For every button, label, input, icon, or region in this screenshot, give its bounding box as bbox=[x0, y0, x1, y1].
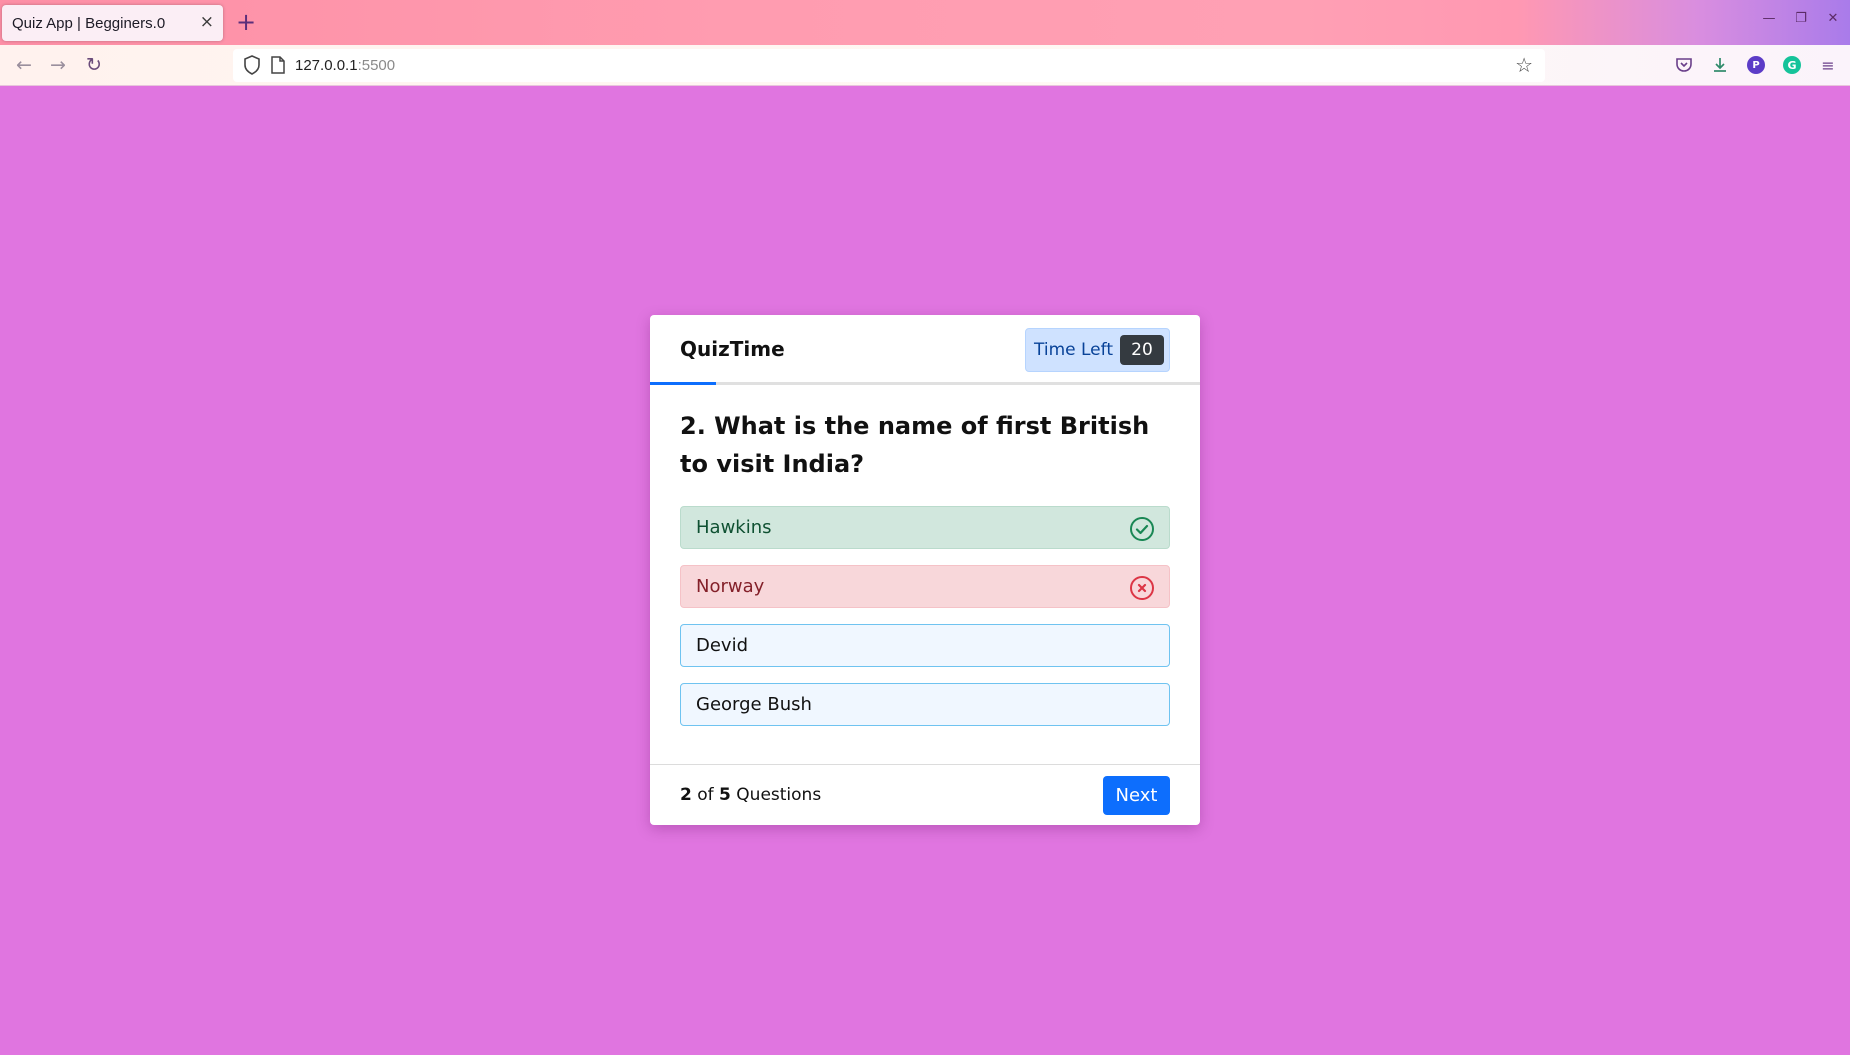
progress-suffix: Questions bbox=[736, 785, 822, 805]
quiz-footer: 2 of 5 Questions Next bbox=[650, 764, 1200, 825]
options-list: Hawkins Norway Devid George Bush bbox=[680, 506, 1170, 742]
profile-badge-icon: P bbox=[1747, 56, 1765, 74]
option-george-bush[interactable]: George Bush bbox=[680, 683, 1170, 726]
download-icon[interactable] bbox=[1710, 55, 1730, 75]
pocket-icon[interactable] bbox=[1674, 55, 1694, 75]
question-text: 2. What is the name of first British to … bbox=[680, 412, 1150, 478]
timer-box: Time Left 20 bbox=[1025, 328, 1170, 372]
grammarly-icon[interactable]: G bbox=[1782, 55, 1802, 75]
progress-current: 2 bbox=[680, 785, 692, 805]
tab-close-icon[interactable]: × bbox=[200, 12, 214, 32]
url-port: :5500 bbox=[357, 57, 396, 74]
option-devid[interactable]: Devid bbox=[680, 624, 1170, 667]
url-host: 127.0.0.1 bbox=[295, 57, 358, 74]
option-norway[interactable]: Norway bbox=[680, 565, 1170, 608]
check-circle-icon bbox=[1130, 517, 1154, 541]
x-circle-icon bbox=[1130, 576, 1154, 600]
page-info-icon[interactable] bbox=[271, 56, 285, 74]
window-controls: — ❐ ✕ bbox=[1762, 12, 1840, 26]
browser-tab[interactable]: Quiz App | Begginers.0 × bbox=[2, 5, 223, 41]
progress-of: of bbox=[697, 785, 714, 805]
quiz-header: QuizTime Time Left 20 bbox=[650, 315, 1200, 385]
progress-total: 5 bbox=[719, 785, 731, 805]
back-arrow-icon[interactable]: ← bbox=[16, 54, 32, 76]
option-label: George Bush bbox=[696, 694, 812, 715]
option-label: Hawkins bbox=[696, 517, 772, 538]
toolbar-icons: P G ≡ bbox=[1674, 55, 1838, 75]
timer-label: Time Left bbox=[1034, 340, 1113, 360]
header-accent-line bbox=[650, 382, 716, 385]
restore-icon[interactable]: ❐ bbox=[1794, 12, 1808, 26]
forward-arrow-icon[interactable]: → bbox=[50, 54, 66, 76]
url-text: 127.0.0.1:5500 bbox=[295, 57, 395, 74]
quiz-brand: QuizTime bbox=[680, 337, 785, 361]
option-label: Norway bbox=[696, 576, 765, 597]
profile-extension-icon[interactable]: P bbox=[1746, 55, 1766, 75]
option-hawkins[interactable]: Hawkins bbox=[680, 506, 1170, 549]
timer-value: 20 bbox=[1120, 335, 1164, 365]
reload-icon[interactable]: ↻ bbox=[86, 54, 102, 76]
minimize-icon[interactable]: — bbox=[1762, 12, 1776, 26]
question-progress: 2 of 5 Questions bbox=[680, 785, 821, 805]
close-window-icon[interactable]: ✕ bbox=[1826, 12, 1840, 26]
browser-nav-bar: ← → ↻ 127.0.0.1:5500 ☆ P G ≡ bbox=[0, 45, 1850, 86]
shield-icon[interactable] bbox=[243, 55, 261, 75]
option-label: Devid bbox=[696, 635, 749, 656]
address-bar[interactable]: 127.0.0.1:5500 ☆ bbox=[233, 49, 1545, 82]
bookmark-star-icon[interactable]: ☆ bbox=[1515, 53, 1533, 77]
browser-tab-bar: Quiz App | Begginers.0 × + — ❐ ✕ bbox=[0, 0, 1850, 45]
menu-icon[interactable]: ≡ bbox=[1818, 55, 1838, 75]
new-tab-icon[interactable]: + bbox=[236, 8, 256, 36]
next-button[interactable]: Next bbox=[1103, 776, 1170, 815]
tab-title: Quiz App | Begginers.0 bbox=[12, 14, 166, 32]
grammarly-badge-icon: G bbox=[1783, 56, 1801, 74]
quiz-card: QuizTime Time Left 20 2. What is the nam… bbox=[650, 315, 1200, 825]
